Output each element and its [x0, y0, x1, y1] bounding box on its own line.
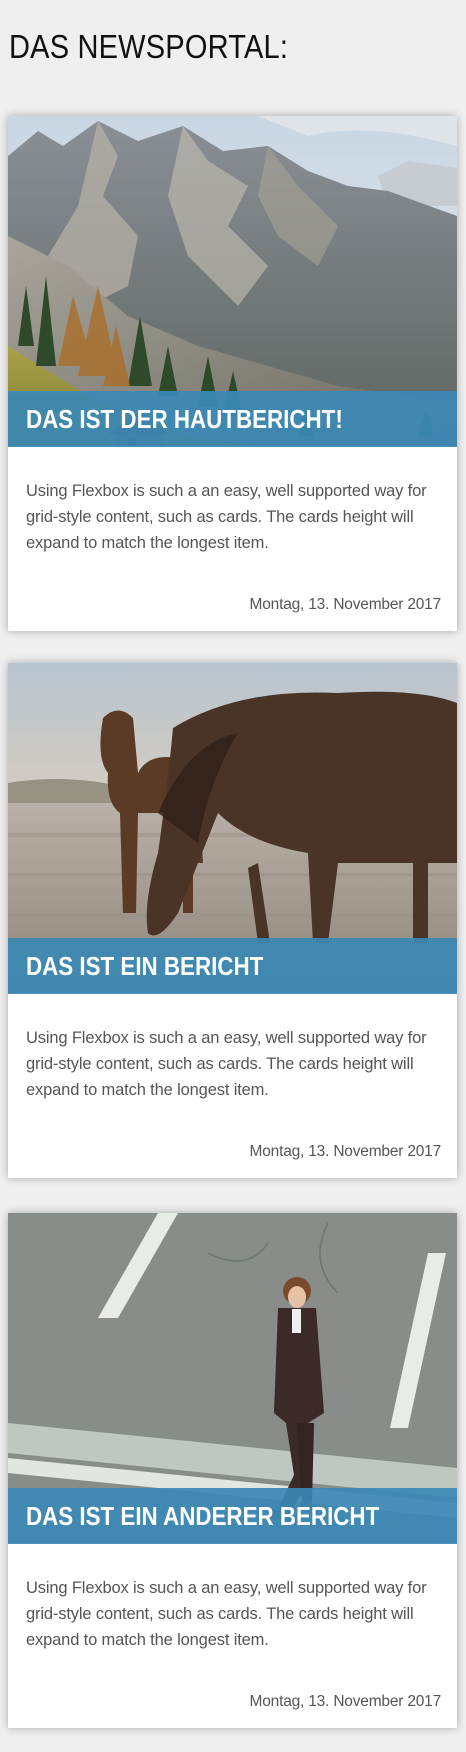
news-card[interactable]: DAS IST EIN ANDERER BERICHT Using Flexbo…: [8, 1213, 457, 1728]
card-date: Montag, 13. November 2017: [249, 596, 442, 613]
card-headline[interactable]: DAS IST DER HAUTBERICHT!: [26, 404, 343, 435]
card-text: Using Flexbox is such a an easy, well su…: [26, 1579, 427, 1649]
card-headline[interactable]: DAS IST EIN BERICHT: [26, 951, 263, 982]
card-headline-band[interactable]: DAS IST EIN BERICHT: [8, 938, 457, 994]
card-date: Montag, 13. November 2017: [249, 1143, 442, 1160]
news-card[interactable]: DAS IST EIN BERICHT Using Flexbox is suc…: [8, 663, 457, 1178]
card-text: Using Flexbox is such a an easy, well su…: [26, 482, 427, 552]
card-headline-band[interactable]: DAS IST DER HAUTBERICHT!: [8, 391, 457, 447]
news-card[interactable]: DAS IST DER HAUTBERICHT! Using Flexbox i…: [8, 116, 457, 631]
card-text: Using Flexbox is such a an easy, well su…: [26, 1029, 427, 1099]
card-headline[interactable]: DAS IST EIN ANDERER BERICHT: [26, 1501, 379, 1532]
card-headline-band[interactable]: DAS IST EIN ANDERER BERICHT: [8, 1488, 457, 1544]
card-date: Montag, 13. November 2017: [249, 1693, 442, 1710]
page-title: DAS NEWSPORTAL:: [9, 28, 289, 65]
